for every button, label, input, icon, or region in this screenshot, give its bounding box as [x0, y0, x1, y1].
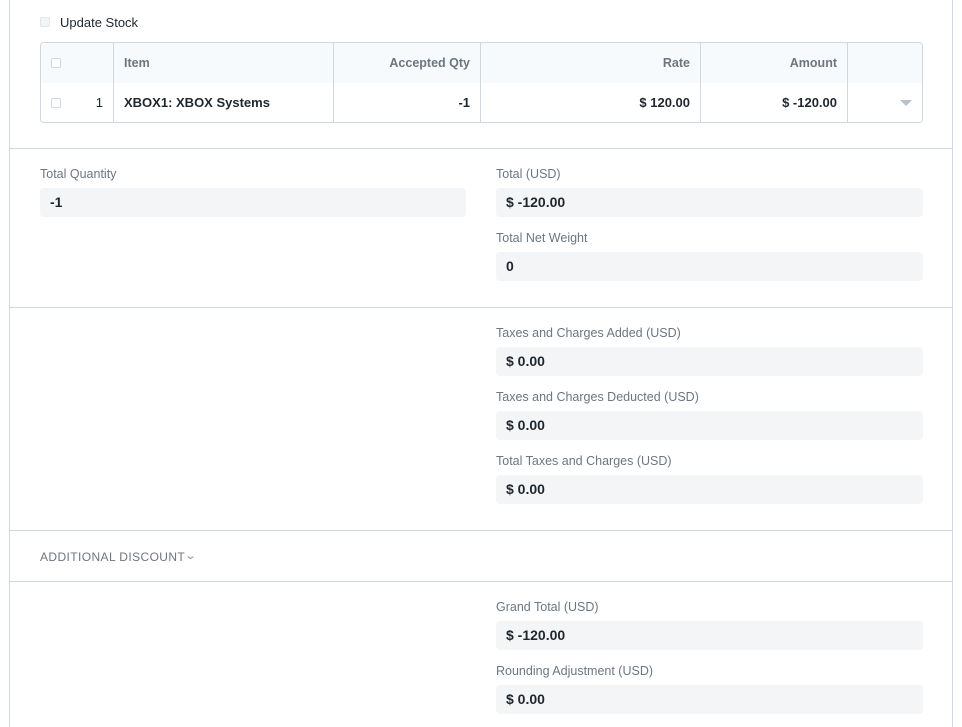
section-divider — [9, 148, 953, 149]
rounding-adjustment-field: $ 0.00 — [496, 685, 923, 714]
row-item[interactable]: XBOX1: XBOX Systems — [124, 83, 270, 122]
grand-total-label: Grand Total (USD) — [496, 600, 599, 614]
row-index: 1 — [95, 95, 103, 110]
grand-total-field: $ -120.00 — [496, 621, 923, 650]
taxes-added-label: Taxes and Charges Added (USD) — [496, 326, 681, 340]
column-header-item[interactable]: Item — [124, 43, 150, 83]
items-table-header: Item Accepted Qty Rate Amount — [41, 43, 922, 84]
total-quantity-field: -1 — [40, 188, 466, 217]
column-header-amount[interactable]: Amount — [701, 43, 837, 83]
taxes-deducted-label: Taxes and Charges Deducted (USD) — [496, 390, 699, 404]
total-net-weight-label: Total Net Weight — [496, 231, 588, 245]
taxes-deducted-field: $ 0.00 — [496, 411, 923, 440]
select-all-checkbox[interactable] — [51, 58, 61, 68]
section-divider — [9, 581, 953, 582]
column-header-rate[interactable]: Rate — [481, 43, 690, 83]
update-stock-checkbox[interactable] — [40, 17, 50, 27]
column-header-accepted-qty[interactable]: Accepted Qty — [334, 43, 470, 83]
chevron-down-icon[interactable]: ⌄ — [184, 549, 197, 562]
total-usd-field: $ -120.00 — [496, 188, 923, 217]
row-dropdown-caret-icon[interactable] — [900, 100, 912, 106]
total-taxes-label: Total Taxes and Charges (USD) — [496, 454, 672, 468]
total-net-weight-field: 0 — [496, 252, 923, 281]
row-amount[interactable]: $ -120.00 — [701, 83, 837, 122]
row-select-checkbox[interactable] — [51, 98, 61, 108]
row-rate[interactable]: $ 120.00 — [481, 83, 690, 122]
total-usd-label: Total (USD) — [496, 167, 561, 181]
items-table: Item Accepted Qty Rate Amount 1 XBOX1: X… — [40, 42, 923, 123]
taxes-added-field: $ 0.00 — [496, 347, 923, 376]
update-stock-label: Update Stock — [60, 15, 139, 30]
section-divider — [9, 307, 953, 308]
section-divider — [9, 530, 953, 531]
rounding-adjustment-label: Rounding Adjustment (USD) — [496, 664, 654, 678]
table-row[interactable]: 1 XBOX1: XBOX Systems -1 $ 120.00 $ -120… — [41, 83, 922, 122]
row-accepted-qty[interactable]: -1 — [334, 83, 470, 122]
additional-discount-toggle[interactable]: ADDITIONAL DISCOUNT — [40, 550, 185, 564]
total-taxes-field: $ 0.00 — [496, 475, 923, 504]
total-quantity-label: Total Quantity — [40, 167, 117, 181]
